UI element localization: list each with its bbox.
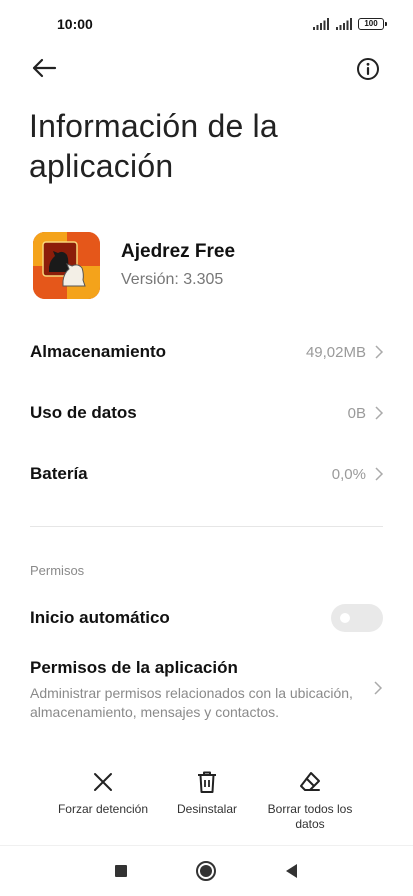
data-usage-value-group: 0B (348, 405, 384, 422)
data-usage-value: 0B (347, 404, 366, 422)
home-icon (196, 861, 216, 881)
back-button[interactable] (28, 54, 60, 82)
eraser-icon (300, 772, 320, 791)
app-name: Ajedrez Free (121, 241, 236, 262)
chevron-right-icon (374, 681, 383, 695)
battery-label: Batería (30, 464, 88, 483)
app-info-screen: 10:00 100 Información de la aplicación A… (0, 0, 413, 896)
battery-level: 100 (364, 19, 378, 28)
autostart-toggle[interactable] (331, 604, 383, 632)
chess-knight-icon (33, 232, 100, 299)
chevron-right-icon (375, 345, 384, 359)
back-nav-button[interactable] (276, 858, 306, 884)
storage-value: 49,02MB (305, 343, 366, 361)
status-bar: 10:00 100 (0, 0, 413, 48)
battery-icon: 100 (358, 18, 387, 30)
force-stop-label: Forzar detención (57, 802, 149, 816)
trash-icon (198, 771, 216, 793)
data-usage-row[interactable]: Uso de datos 0B (30, 393, 384, 433)
back-icon (286, 864, 297, 878)
clear-data-label: Borrar todos los datos (267, 802, 353, 831)
chevron-right-icon (375, 406, 384, 420)
autostart-row: Inicio automático (30, 598, 330, 638)
uninstall-button[interactable]: Desinstalar (147, 768, 267, 817)
nav-divider (0, 845, 413, 846)
home-button[interactable] (191, 858, 221, 884)
permissions-section-label: Permisos (30, 563, 85, 578)
info-button[interactable] (354, 55, 382, 83)
toggle-knob (340, 613, 350, 623)
storage-row[interactable]: Almacenamiento 49,02MB (30, 332, 384, 372)
app-permissions-desc: Administrar permisos relacionados con la… (30, 685, 353, 720)
signal-icon (336, 18, 352, 30)
battery-value: 0,0% (331, 465, 366, 483)
section-divider (30, 526, 383, 527)
arrow-left-icon (32, 58, 57, 78)
storage-value-group: 49,02MB (306, 344, 384, 361)
app-permissions-row[interactable]: Permisos de la aplicación Administrar pe… (30, 658, 384, 724)
data-usage-label: Uso de datos (30, 403, 137, 422)
page-title: Información de la aplicación (29, 108, 278, 184)
chevron-right-icon (375, 467, 384, 481)
signal-icon (313, 18, 329, 30)
uninstall-label: Desinstalar (176, 802, 238, 816)
recents-icon (115, 865, 127, 877)
battery-value-group: 0,0% (332, 466, 384, 483)
app-permissions-title: Permisos de la aplicación (30, 658, 238, 677)
force-stop-button[interactable]: Forzar detención (43, 768, 163, 817)
close-icon (94, 773, 112, 791)
status-time: 10:00 (57, 16, 93, 32)
clear-data-button[interactable]: Borrar todos los datos (255, 768, 365, 832)
recents-button[interactable] (106, 858, 136, 884)
app-version: Versión: 3.305 (121, 271, 224, 288)
battery-row[interactable]: Batería 0,0% (30, 454, 384, 494)
info-icon (357, 58, 379, 80)
app-icon (33, 232, 100, 299)
autostart-label: Inicio automático (30, 608, 170, 627)
storage-label: Almacenamiento (30, 342, 167, 361)
